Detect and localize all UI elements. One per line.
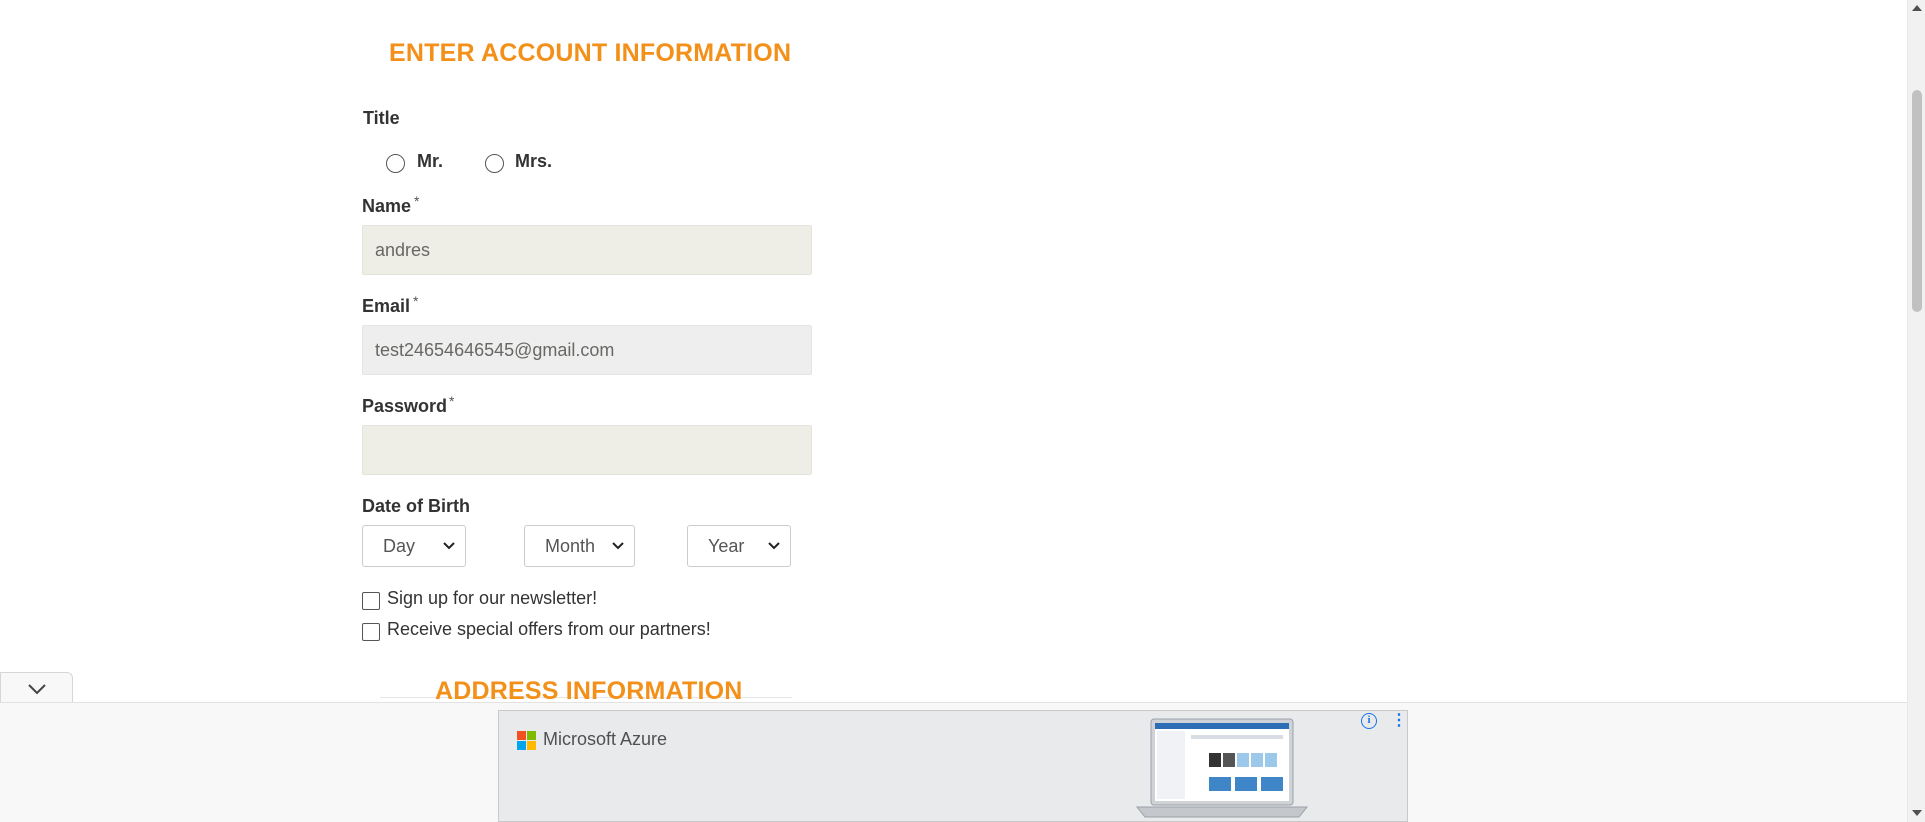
password-label: Password (362, 396, 448, 416)
scroll-down-arrow-icon[interactable] (1911, 808, 1923, 818)
ad-brand-name: Microsoft Azure (543, 729, 668, 749)
chevron-down-icon (443, 526, 455, 566)
chevron-down-icon (27, 683, 46, 694)
scrollbar-thumb[interactable] (1912, 90, 1922, 312)
title-mrs-label[interactable]: Mrs. (515, 151, 552, 172)
title-mr-label[interactable]: Mr. (417, 151, 443, 172)
dob-year-value: Year (708, 536, 745, 556)
laptop-image (1135, 718, 1309, 818)
name-required-marker: * (414, 193, 420, 209)
microsoft-logo-icon (517, 731, 537, 751)
dob-day-select[interactable]: Day (362, 525, 466, 567)
password-input[interactable] (362, 425, 812, 475)
title-mrs-radio[interactable] (485, 154, 504, 173)
title-mr-radio[interactable] (386, 154, 405, 173)
password-required-marker: * (449, 393, 455, 409)
page-scrollbar[interactable] (1907, 0, 1925, 822)
ad-collapse-tab[interactable] (0, 672, 73, 704)
email-input[interactable]: test24654646545@gmail.com (362, 325, 812, 375)
newsletter-checkbox[interactable] (362, 592, 380, 610)
chevron-down-icon (612, 526, 624, 566)
scroll-up-arrow-icon[interactable] (1911, 3, 1923, 13)
offers-checkbox[interactable] (362, 623, 380, 641)
email-required-marker: * (413, 293, 419, 309)
title-label: Title (363, 108, 400, 128)
info-icon[interactable]: i (1361, 713, 1377, 729)
account-info-heading: Enter Account Information (389, 39, 792, 67)
ad-banner[interactable]: Microsoft Azure i ⋮ (498, 710, 1408, 822)
name-label: Name (362, 196, 412, 216)
name-input[interactable]: andres (362, 225, 812, 275)
dob-label: Date of Birth (362, 496, 470, 516)
chevron-down-icon (768, 526, 780, 566)
dob-month-select[interactable]: Month (524, 525, 635, 567)
page: Enter Account Information Title Mr. Mrs.… (0, 0, 1925, 822)
newsletter-label[interactable]: Sign up for our newsletter! (387, 588, 597, 609)
more-vertical-icon[interactable]: ⋮ (1391, 713, 1407, 729)
dob-day-value: Day (383, 536, 416, 556)
dob-month-value: Month (545, 536, 596, 556)
email-label: Email (362, 296, 411, 316)
offers-label[interactable]: Receive special offers from our partners… (387, 619, 711, 640)
dob-year-select[interactable]: Year (687, 525, 791, 567)
